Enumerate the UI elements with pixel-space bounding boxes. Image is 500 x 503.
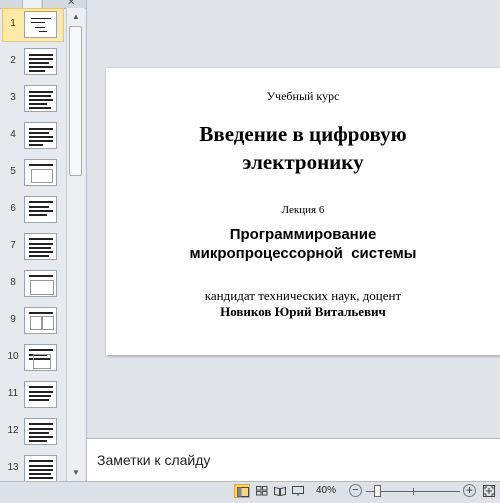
slide-thumbnail[interactable]: 9 <box>0 304 66 338</box>
slide-thumbnail-image <box>24 344 57 371</box>
slide-thumbnail-image <box>24 159 57 186</box>
slide-thumbnail[interactable]: 11 <box>0 378 66 412</box>
lecture-topic[interactable]: Программирование микропроцессорной систе… <box>106 225 500 263</box>
zoom-slider-handle[interactable] <box>373 485 381 497</box>
slide-number: 12 <box>7 425 19 436</box>
slide-thumbnail-image <box>24 11 57 38</box>
scroll-up-icon[interactable]: ▲ <box>69 10 83 23</box>
slide-thumbnail-image <box>24 381 57 408</box>
title-line-2: электронику <box>242 150 364 174</box>
normal-view-button[interactable] <box>234 484 250 498</box>
slide-canvas[interactable]: Учебный курс Введение в цифровую электро… <box>106 68 500 355</box>
notes-pane[interactable]: Заметки к слайду <box>87 438 500 482</box>
slide-editor: Учебный курс Введение в цифровую электро… <box>87 0 500 437</box>
slide-sorter-button[interactable] <box>254 484 270 498</box>
slide-thumbnail[interactable]: 2 <box>0 45 66 79</box>
status-bar: 40% − + <box>0 481 500 501</box>
slides-panel: ✕ 1 2 3 4 5 6 7 8 9 10 11 12 13 ▲ ▼ <box>0 0 87 481</box>
slide-thumbnail[interactable]: 5 <box>0 156 66 190</box>
zoom-out-button[interactable]: − <box>349 484 362 497</box>
slide-thumbnail[interactable]: 1 <box>0 8 66 42</box>
reading-view-icon <box>274 486 286 496</box>
slide-number: 2 <box>10 55 16 66</box>
slide-number: 13 <box>7 462 19 473</box>
slide-thumbnail[interactable]: 7 <box>0 230 66 264</box>
thumbnail-scrollbar[interactable]: ▲ ▼ <box>66 8 85 481</box>
fit-to-window-button[interactable] <box>482 484 496 498</box>
notes-placeholder[interactable]: Заметки к слайду <box>97 452 210 468</box>
slide-number: 6 <box>10 203 16 214</box>
slide-thumbnail[interactable]: 10 <box>0 341 66 375</box>
slideshow-icon <box>292 486 304 496</box>
topic-line-2: микропроцессорной системы <box>189 245 417 262</box>
slide-number: 4 <box>10 129 16 140</box>
slide-number: 8 <box>10 277 16 288</box>
slide-number: 1 <box>10 18 16 29</box>
slideshow-button[interactable] <box>290 484 306 498</box>
reading-view-button[interactable] <box>272 484 288 498</box>
slide-thumbnail-image <box>24 48 57 75</box>
slide-thumbnail-image <box>24 418 57 445</box>
slide-thumbnail-image <box>24 85 57 112</box>
zoom-in-button[interactable]: + <box>463 484 476 497</box>
slide-thumbnail[interactable]: 13 <box>0 452 66 481</box>
slide-number: 7 <box>10 240 16 251</box>
slide-title[interactable]: Введение в цифровую электронику <box>106 120 500 176</box>
slide-thumbnail[interactable]: 8 <box>0 267 66 301</box>
topic-line-1: Программирование <box>229 226 377 243</box>
slide-thumbnail[interactable]: 12 <box>0 415 66 449</box>
slide-thumbnail-image <box>24 122 57 149</box>
slide-number: 11 <box>7 388 19 399</box>
slide-number: 9 <box>10 314 16 325</box>
slide-thumbnail-image <box>24 233 57 260</box>
fit-to-window-icon <box>483 485 495 497</box>
author-degree[interactable]: кандидат технических наук, доцент <box>106 288 500 304</box>
scroll-down-icon[interactable]: ▼ <box>69 466 83 479</box>
author-name[interactable]: Новиков Юрий Витальевич <box>106 304 500 320</box>
course-label[interactable]: Учебный курс <box>106 89 500 104</box>
slide-thumbnail[interactable]: 4 <box>0 119 66 153</box>
tab-outline[interactable] <box>42 0 61 8</box>
slide-number: 10 <box>7 351 19 362</box>
slide-thumbnail-image <box>24 307 57 334</box>
zoom-level[interactable]: 40% <box>316 485 336 496</box>
slide-number: 5 <box>10 166 16 177</box>
slide-thumbnail[interactable]: 3 <box>0 82 66 116</box>
thumbnail-list: 1 2 3 4 5 6 7 8 9 10 11 12 13 <box>0 8 66 481</box>
title-line-1: Введение в цифровую <box>199 122 407 146</box>
slide-thumbnail-image <box>24 196 57 223</box>
slide-thumbnail[interactable]: 6 <box>0 193 66 227</box>
slide-thumbnail-image <box>24 270 57 297</box>
lecture-number[interactable]: Лекция 6 <box>106 204 500 216</box>
tab-slides[interactable] <box>22 0 41 8</box>
slide-sorter-icon <box>256 486 268 496</box>
slide-number: 3 <box>10 92 16 103</box>
zoom-slider-midmark <box>413 488 414 495</box>
normal-view-icon <box>237 487 249 497</box>
slide-thumbnail-image <box>24 455 57 481</box>
scrollbar-thumb[interactable] <box>69 26 82 176</box>
